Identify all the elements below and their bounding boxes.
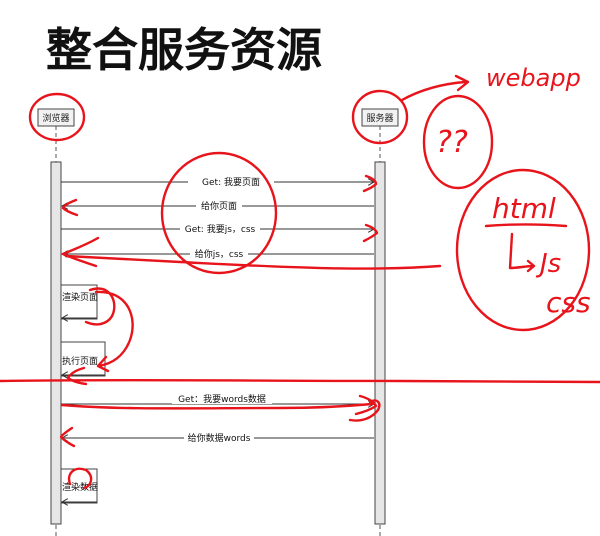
message-get-words-label: Get：我要words数据	[178, 393, 266, 405]
message-give-words: 给你数据words	[62, 432, 374, 444]
ink-arrowhead-browser-3	[59, 426, 76, 448]
self-step-render-data-label: 渲染数据	[62, 481, 98, 493]
participant-browser-label: 浏览器	[42, 112, 69, 124]
browser-activation	[50, 161, 62, 525]
message-get-page-label: Get: 我要页面	[202, 177, 260, 188]
message-get-words: Get：我要words数据	[61, 393, 374, 405]
ink-arrowhead-server-1	[362, 174, 378, 193]
message-give-js-css-label: 给你js，css	[195, 248, 244, 260]
message-get-js-css: Get: 我要js，css	[61, 223, 374, 235]
self-step-execute-page: 执行页面	[60, 341, 106, 376]
ink-css-label: css	[546, 286, 591, 319]
ink-question-marks: ??	[436, 125, 468, 160]
ink-arrowhead-browser-1	[61, 198, 79, 217]
message-get-js-css-label: Get: 我要js，css	[185, 224, 256, 235]
ink-webapp-label: webapp	[486, 64, 581, 92]
ink-js-arrow	[508, 232, 536, 273]
self-step-render-data: 渲染数据	[60, 468, 98, 503]
ink-separator-line	[0, 378, 600, 384]
message-give-page: 给你页面	[62, 200, 374, 212]
page-title: 整合服务资源	[46, 23, 322, 77]
participant-server-label: 服务器	[366, 112, 393, 124]
ink-html-underline	[484, 223, 568, 228]
message-give-page-label: 给你页面	[201, 200, 237, 212]
message-give-words-label: 给你数据words	[188, 432, 251, 444]
ink-js-label: Js	[535, 249, 561, 279]
participant-server: 服务器	[361, 108, 399, 127]
sequence-diagram: 整合服务资源 浏览器 服务器 Get: 我要页面 给你页面 Get: 我要js，…	[0, 23, 600, 536]
ink-arrowhead-browser-2	[61, 236, 100, 268]
server-activation	[374, 161, 386, 525]
participant-browser: 浏览器	[37, 108, 75, 127]
self-step-execute-page-label: 执行页面	[62, 355, 98, 367]
ink-html-label: html	[492, 192, 556, 225]
message-get-page: Get: 我要页面	[61, 176, 374, 188]
self-step-render-page-label: 渲染页面	[62, 291, 98, 303]
